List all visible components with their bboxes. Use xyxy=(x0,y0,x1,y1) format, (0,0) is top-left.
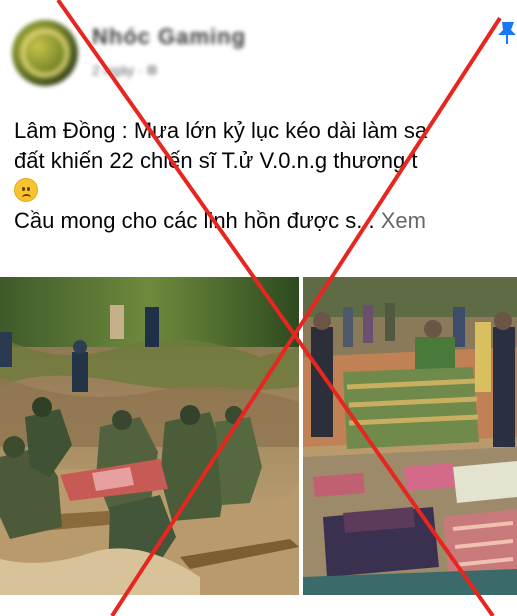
pin-icon[interactable] xyxy=(494,20,517,46)
screenshot-frame: Nhóc Gaming 2 ngày · Lâm Đồng : Mưa lớn … xyxy=(0,0,517,616)
post-bottom-bar xyxy=(0,598,517,616)
post-line-1: Lâm Đồng : Mưa lớn kỷ lục kéo dài làm sạ xyxy=(14,118,428,143)
sad-face-icon xyxy=(14,178,38,202)
covered-bodies-photo[interactable] xyxy=(303,277,517,595)
page-name[interactable]: Nhóc Gaming xyxy=(92,24,246,50)
post-line-3: Cầu mong cho các linh hồn được s... Xem xyxy=(14,206,517,236)
post-timestamp[interactable]: 2 ngày · xyxy=(92,62,146,78)
post-line-3-text: Cầu mong cho các linh hồn được s... xyxy=(14,208,375,233)
facebook-post-card: Nhóc Gaming 2 ngày · Lâm Đồng : Mưa lớn … xyxy=(0,0,517,616)
rescue-mud-photo[interactable] xyxy=(0,277,299,595)
post-emoji-line xyxy=(14,176,517,206)
page-avatar[interactable] xyxy=(12,20,78,86)
post-meta: 2 ngày · xyxy=(92,62,158,78)
see-more-link[interactable]: Xem xyxy=(381,208,426,233)
post-line-2: đất khiến 22 chiến sĩ T.ử V.0.n.g thương… xyxy=(14,148,418,173)
post-text: Lâm Đồng : Mưa lớn kỷ lục kéo dài làm sạ… xyxy=(14,116,517,236)
globe-icon xyxy=(147,65,158,75)
